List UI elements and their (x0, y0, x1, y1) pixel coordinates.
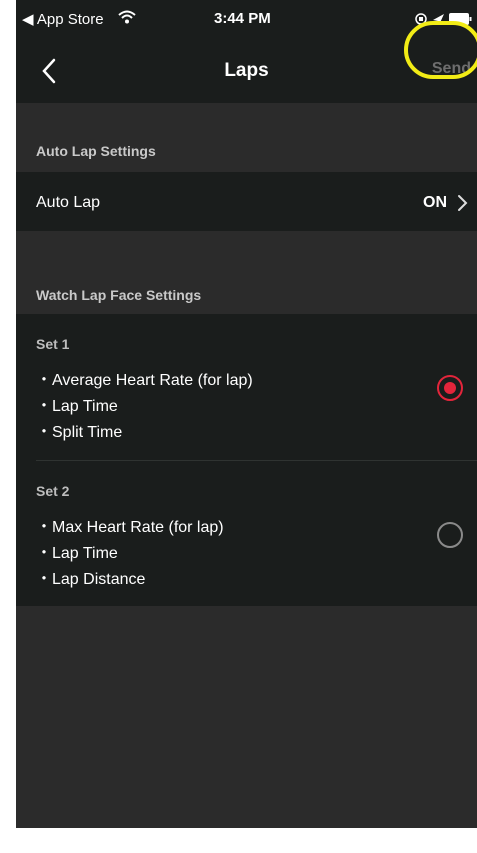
watch-face-section-header: Watch Lap Face Settings (16, 233, 477, 313)
radio-dot (444, 382, 456, 394)
auto-lap-label: Auto Lap (36, 194, 101, 211)
auto-lap-section-header: Auto Lap Settings (16, 103, 477, 169)
watch-face-section-title: Watch Lap Face Settings (36, 287, 202, 303)
auto-lap-value: ON (423, 194, 447, 211)
location-arrow-icon (433, 14, 444, 25)
nav-bar: Laps Send (16, 40, 477, 103)
set-2-radio-unselected[interactable] (437, 522, 463, 548)
auto-lap-row[interactable]: Auto Lap ON (16, 172, 477, 231)
set-2-item: ・Lap Distance (36, 571, 146, 588)
set-2-item: ・Max Heart Rate (for lap) (36, 519, 224, 536)
status-bar: ◀ App Store 3:44 PM (16, 0, 477, 40)
lock-rotation-icon (415, 13, 427, 25)
battery-icon (449, 13, 472, 25)
lap-face-sets-list: Set 1 ・Average Heart Rate (for lap) ・Lap… (16, 314, 477, 606)
status-time: 3:44 PM (214, 10, 271, 27)
status-icons (413, 9, 473, 33)
page-title: Laps (224, 60, 269, 81)
chevron-right-icon (455, 194, 471, 217)
set-2-item: ・Lap Time (36, 545, 118, 562)
set-1-row[interactable]: Set 1 ・Average Heart Rate (for lap) ・Lap… (16, 314, 477, 460)
set-1-radio-selected[interactable] (437, 375, 463, 401)
set-1-item: ・Average Heart Rate (for lap) (36, 372, 253, 389)
send-button[interactable]: Send (432, 60, 471, 78)
back-to-app-store-link[interactable]: ◀ App Store (22, 10, 104, 28)
set-2-title: Set 2 (36, 483, 70, 499)
set-2-row[interactable]: Set 2 ・Max Heart Rate (for lap) ・Lap Tim… (16, 461, 477, 606)
wifi-icon (118, 10, 136, 28)
phone-screen: ◀ App Store 3:44 PM Laps Send Auto Lap S… (16, 0, 477, 828)
set-1-item: ・Lap Time (36, 398, 118, 415)
set-1-item: ・Split Time (36, 424, 123, 441)
set-1-title: Set 1 (36, 336, 70, 352)
auto-lap-section-title: Auto Lap Settings (36, 143, 156, 159)
